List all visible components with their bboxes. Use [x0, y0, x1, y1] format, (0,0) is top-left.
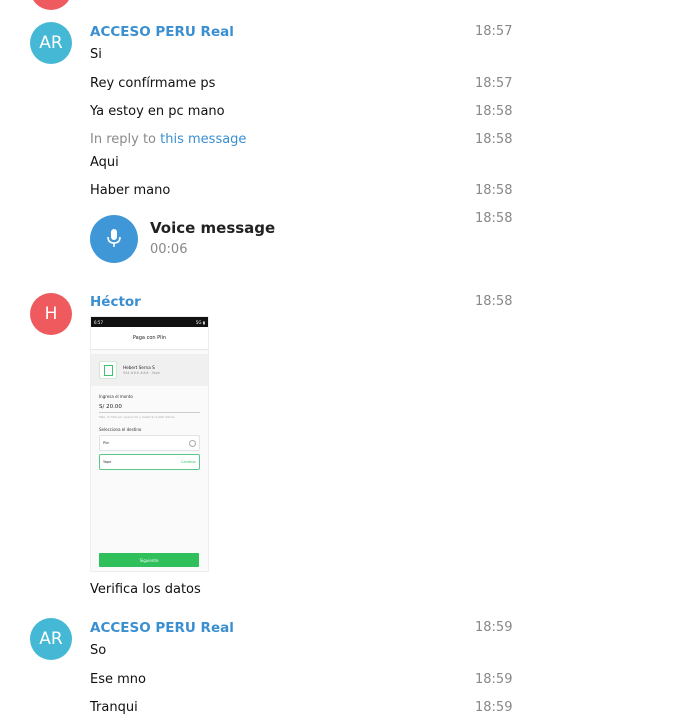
reply-header: In reply to this message — [90, 132, 246, 147]
voice-play-button[interactable] — [90, 215, 138, 263]
wallet-icon — [99, 361, 117, 379]
photo-attachment[interactable]: 6:57 5G ▮ Paga con Plin Hebert Serna S 9… — [90, 316, 209, 572]
message-time: 18:59 — [475, 620, 513, 635]
voice-duration: 00:06 — [150, 242, 188, 257]
sender-name[interactable]: ACCESO PERU Real — [90, 24, 234, 40]
radio-icon — [189, 439, 196, 447]
reply-prefix: In reply to — [90, 132, 157, 147]
message-time: 18:59 — [475, 700, 513, 715]
phone-amount: S/ 20.00 — [99, 404, 200, 413]
message-time: 18:58 — [475, 132, 513, 147]
sender-name[interactable]: ACCESO PERU Real — [90, 620, 234, 636]
voice-message-title: Voice message — [150, 219, 276, 237]
phone-status-time: 6:57 — [94, 319, 103, 325]
phone-contact-card: Hebert Serna S 944 ### ### · Yape — [91, 354, 208, 386]
message-text: Verifica los datos — [90, 582, 201, 597]
message-time: 18:57 — [475, 76, 513, 91]
phone-option-plin: Plin — [99, 435, 200, 451]
message-text: Haber mano — [90, 183, 171, 198]
message-text: Ese mno — [90, 672, 146, 687]
message-text: Ya estoy en pc mano — [90, 104, 225, 119]
phone-option-label: Yape — [103, 460, 112, 464]
message-text: Aqui — [90, 155, 119, 170]
avatar[interactable]: AR — [30, 618, 72, 660]
microphone-icon — [107, 229, 121, 247]
message-time: 18:58 — [475, 104, 513, 119]
phone-dest-label: Selecciona el destino — [99, 427, 142, 432]
avatar[interactable]: AR — [30, 22, 72, 64]
phone-hint: Máx. S/ 500 por operación y hasta S/ 2,0… — [99, 415, 175, 419]
phone-contact-sub: 944 ### ### · Yape — [123, 371, 160, 375]
avatar[interactable]: H — [30, 293, 72, 335]
message-time: 18:58 — [475, 211, 513, 226]
message-time: 18:57 — [475, 24, 513, 39]
message-text: Tranqui — [90, 700, 138, 715]
message-text: Rey confírmame ps — [90, 76, 216, 91]
phone-screen-title: Paga con Plin — [91, 327, 208, 350]
phone-option-yape: Yape Cambiar — [99, 454, 200, 470]
sender-name[interactable]: Héctor — [90, 294, 141, 310]
avatar-partial[interactable] — [30, 0, 72, 10]
message-time: 18:59 — [475, 672, 513, 687]
message-time: 18:58 — [475, 183, 513, 198]
phone-contact-name: Hebert Serna S — [123, 365, 155, 370]
phone-status-bar: 6:57 5G ▮ — [91, 317, 208, 327]
phone-amount-label: Ingresa el monto — [99, 394, 133, 399]
phone-next-button: Siguiente — [99, 553, 199, 567]
reply-link[interactable]: this message — [160, 132, 246, 147]
phone-option-label: Plin — [103, 441, 110, 445]
message-text: So — [90, 643, 107, 658]
message-time: 18:58 — [475, 294, 513, 309]
phone-option-action: Cambiar — [180, 460, 196, 464]
phone-status-signal: 5G ▮ — [195, 319, 205, 325]
message-text: Si — [90, 47, 102, 62]
